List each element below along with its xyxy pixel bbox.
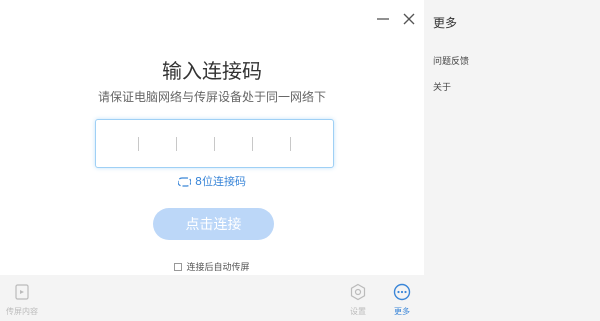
cast-content-label: 传屏内容 xyxy=(6,307,38,316)
settings-label: 设置 xyxy=(350,307,366,316)
side-item-about[interactable]: 关于 xyxy=(433,80,451,93)
main-panel: 输入连接码 请保证电脑网络与传屏设备处于同一网络下 8位连接码 点击连接 连接后… xyxy=(0,0,424,321)
cast-content-icon xyxy=(13,284,31,303)
more-icon xyxy=(393,283,411,303)
more-side-panel xyxy=(424,0,600,321)
code-slot xyxy=(176,137,177,151)
page-subtitle: 请保证电脑网络与传屏设备处于同一网络下 xyxy=(97,90,326,104)
code-slot xyxy=(138,137,139,151)
code-type-label: 8位连接码 xyxy=(195,175,246,188)
side-panel-title: 更多 xyxy=(433,16,458,30)
more-label: 更多 xyxy=(394,307,410,316)
auto-cast-checkbox[interactable] xyxy=(174,263,183,271)
connection-code-input[interactable] xyxy=(95,119,334,168)
connect-button[interactable]: 点击连接 xyxy=(153,208,274,240)
more-button[interactable]: 更多 xyxy=(382,283,422,317)
page-title: 输入连接码 xyxy=(162,59,262,83)
code-slot xyxy=(252,137,253,151)
minimize-icon[interactable] xyxy=(374,10,392,28)
side-item-feedback[interactable]: 问题反馈 xyxy=(433,54,469,67)
code-slot xyxy=(290,137,291,151)
close-icon[interactable] xyxy=(400,10,418,28)
auto-cast-option[interactable]: 连接后自动传屏 xyxy=(0,260,424,273)
code-slot xyxy=(214,137,215,151)
settings-button[interactable]: 设置 xyxy=(338,283,378,317)
auto-cast-label: 连接后自动传屏 xyxy=(186,263,250,273)
code-type-switch[interactable]: 8位连接码 xyxy=(0,173,424,190)
bottom-toolbar: 传屏内容 设置 更多 xyxy=(0,275,424,321)
cast-content-button[interactable]: 传屏内容 xyxy=(2,283,42,317)
switch-icon xyxy=(177,177,192,190)
settings-icon xyxy=(349,283,367,303)
